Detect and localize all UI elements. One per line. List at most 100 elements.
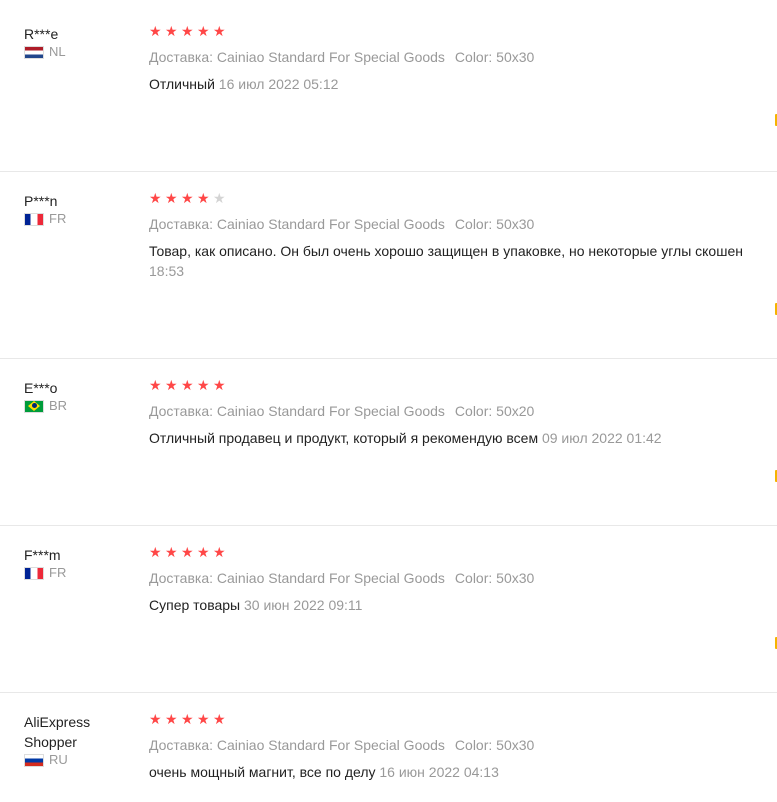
reviewer-country: BR — [24, 398, 134, 414]
review-item: P***n FR ★ ★ ★ ★ ★ Доставка: Cainiao Sta… — [0, 171, 777, 358]
review-text: Товар, как описано. Он был очень хорошо … — [149, 241, 777, 281]
star-icon: ★ — [213, 711, 226, 727]
sku-color: Color: 50x30 — [454, 570, 535, 586]
reviewer-name: AliExpress Shopper — [24, 714, 91, 750]
delivery-info: Доставка: Cainiao Standard For Special G… — [149, 570, 445, 586]
star-icon: ★ — [149, 190, 162, 206]
star-icon: ★ — [165, 190, 178, 206]
review-text: Отличный продавец и продукт, который я р… — [149, 428, 777, 448]
star-icon: ★ — [149, 23, 162, 39]
reviewer-info: R***e NL — [24, 24, 134, 60]
star-icon: ★ — [213, 377, 226, 393]
star-icon: ★ — [213, 544, 226, 560]
reviewer-country: NL — [24, 44, 134, 60]
divider — [0, 358, 777, 359]
reviewer-country: FR — [24, 211, 134, 227]
reviewer-country: FR — [24, 565, 134, 581]
reviewer-info: F***m FR — [24, 545, 134, 581]
divider — [0, 525, 777, 526]
sku-color: Color: 50x30 — [454, 216, 535, 232]
review-body: Супер товары — [149, 597, 241, 613]
divider — [0, 692, 777, 693]
review-date: 16 июл 2022 05:12 — [218, 76, 339, 92]
review-item: E***o BR ★ ★ ★ ★ ★ Доставка: Cainiao Sta… — [0, 358, 777, 525]
star-icon: ★ — [165, 711, 178, 727]
review-text: Супер товары 30 июн 2022 09:11 — [149, 595, 777, 615]
sku-color: Color: 50x30 — [454, 49, 535, 65]
delivery-info: Доставка: Cainiao Standard For Special G… — [149, 216, 445, 232]
rating-stars: ★ ★ ★ ★ ★ — [149, 543, 777, 561]
fr-flag-icon — [24, 566, 44, 580]
review-content: ★ ★ ★ ★ ★ Доставка: Cainiao Standard For… — [149, 22, 777, 94]
star-icon: ★ — [197, 711, 210, 727]
star-icon: ★ — [197, 377, 210, 393]
review-date: 09 июл 2022 01:42 — [541, 430, 662, 446]
star-icon: ★ — [181, 190, 194, 206]
reviewer-name: P***n — [24, 193, 58, 209]
review-date: 18:53 — [149, 263, 185, 279]
review-content: ★ ★ ★ ★ ★ Доставка: Cainiao Standard For… — [149, 376, 777, 448]
star-icon: ★ — [149, 377, 162, 393]
rating-stars: ★ ★ ★ ★ ★ — [149, 189, 777, 207]
star-icon: ★ — [181, 23, 194, 39]
star-icon: ★ — [181, 711, 194, 727]
order-meta: Доставка: Cainiao Standard For Special G… — [149, 401, 777, 421]
reviewer-info: P***n FR — [24, 191, 134, 227]
star-icon: ★ — [165, 23, 178, 39]
ru-flag-icon — [24, 753, 44, 767]
country-code: NL — [49, 44, 66, 59]
star-icon: ★ — [213, 23, 226, 39]
reviewer-country: RU — [24, 752, 134, 768]
review-content: ★ ★ ★ ★ ★ Доставка: Cainiao Standard For… — [149, 543, 777, 615]
nl-flag-icon — [24, 45, 44, 59]
star-icon: ★ — [197, 544, 210, 560]
review-date: 30 июн 2022 09:11 — [244, 597, 363, 613]
country-code: FR — [49, 211, 67, 226]
star-icon: ★ — [197, 23, 210, 39]
review-text: очень мощный магнит, все по делу 16 июн … — [149, 762, 777, 782]
review-item: F***m FR ★ ★ ★ ★ ★ Доставка: Cainiao Sta… — [0, 525, 777, 692]
star-icon: ★ — [149, 544, 162, 560]
reviewer-name: F***m — [24, 547, 61, 563]
country-code: FR — [49, 565, 67, 580]
star-icon: ★ — [181, 377, 194, 393]
star-icon: ★ — [165, 377, 178, 393]
delivery-info: Доставка: Cainiao Standard For Special G… — [149, 49, 445, 65]
rating-stars: ★ ★ ★ ★ ★ — [149, 376, 777, 394]
review-item: R***e NL ★ ★ ★ ★ ★ Доставка: Cainiao Sta… — [0, 4, 777, 171]
review-content: ★ ★ ★ ★ ★ Доставка: Cainiao Standard For… — [149, 189, 777, 281]
rating-stars: ★ ★ ★ ★ ★ — [149, 22, 777, 40]
order-meta: Доставка: Cainiao Standard For Special G… — [149, 568, 777, 588]
delivery-info: Доставка: Cainiao Standard For Special G… — [149, 403, 445, 419]
order-meta: Доставка: Cainiao Standard For Special G… — [149, 47, 777, 67]
star-icon: ★ — [165, 544, 178, 560]
divider — [0, 171, 777, 172]
sku-color: Color: 50x30 — [454, 737, 535, 753]
rating-stars: ★ ★ ★ ★ ★ — [149, 710, 777, 728]
review-body: Отличный продавец и продукт, который я р… — [149, 430, 539, 446]
reviewer-name: E***o — [24, 380, 58, 396]
review-body: Товар, как описано. Он был очень хорошо … — [149, 243, 743, 259]
sku-color: Color: 50x20 — [454, 403, 535, 419]
review-text: Отличный 16 июл 2022 05:12 — [149, 74, 777, 94]
review-list: R***e NL ★ ★ ★ ★ ★ Доставка: Cainiao Sta… — [0, 0, 777, 802]
reviewer-name: R***e — [24, 26, 59, 42]
star-icon: ★ — [181, 544, 194, 560]
reviewer-info: AliExpress Shopper RU — [24, 712, 134, 768]
star-empty-icon: ★ — [213, 190, 226, 206]
review-date: 16 июн 2022 04:13 — [379, 764, 499, 780]
order-meta: Доставка: Cainiao Standard For Special G… — [149, 735, 777, 755]
country-code: RU — [49, 752, 68, 767]
reviewer-info: E***o BR — [24, 378, 134, 414]
review-content: ★ ★ ★ ★ ★ Доставка: Cainiao Standard For… — [149, 710, 777, 782]
star-icon: ★ — [149, 711, 162, 727]
review-body: Отличный — [149, 76, 215, 92]
review-item: AliExpress Shopper RU ★ ★ ★ ★ ★ Доставка… — [0, 692, 777, 802]
country-code: BR — [49, 398, 68, 413]
review-body: очень мощный магнит, все по делу — [149, 764, 376, 780]
br-flag-icon — [24, 399, 44, 413]
fr-flag-icon — [24, 212, 44, 226]
delivery-info: Доставка: Cainiao Standard For Special G… — [149, 737, 445, 753]
star-icon: ★ — [197, 190, 210, 206]
order-meta: Доставка: Cainiao Standard For Special G… — [149, 214, 777, 234]
